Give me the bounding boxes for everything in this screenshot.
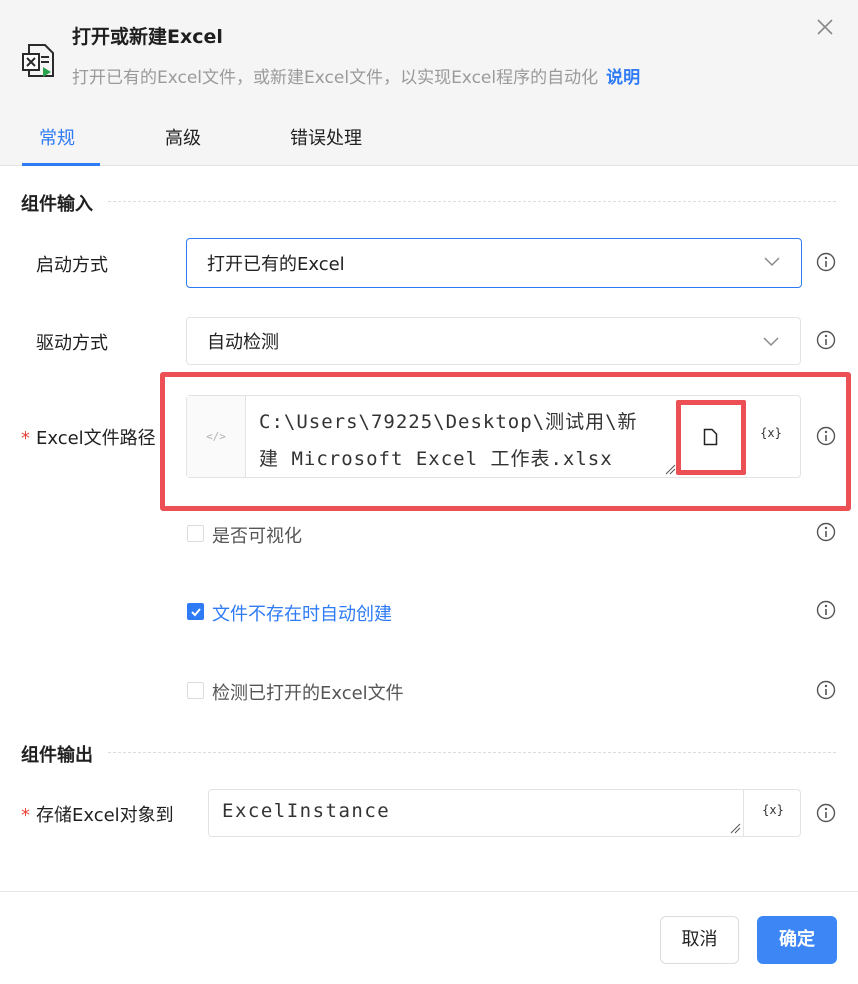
chevron-down-icon: [763, 337, 779, 347]
required-mark: *: [21, 428, 30, 449]
launch-mode-select[interactable]: 打开已有的Excel: [186, 238, 802, 288]
resize-grip-icon[interactable]: [729, 822, 741, 834]
info-icon[interactable]: [816, 680, 836, 700]
info-icon[interactable]: [816, 600, 836, 620]
checkbox-box[interactable]: [187, 525, 204, 542]
output-var-input[interactable]: ExcelInstance: [222, 800, 390, 822]
info-icon[interactable]: [816, 426, 836, 446]
section-divider: [108, 201, 836, 202]
help-link[interactable]: 说明: [606, 68, 640, 88]
file-path-line-1: C:\Users\79225\Desktop\测试用\新: [259, 411, 638, 433]
excel-file-icon: [22, 44, 54, 77]
file-path-label-text: Excel文件路径: [36, 428, 156, 449]
file-path-input[interactable]: C:\Users\79225\Desktop\测试用\新 建 Microsoft…: [259, 404, 669, 478]
driver-mode-value: 自动检测: [207, 332, 279, 353]
subtitle-text: 打开已有的Excel文件，或新建Excel文件，以实现Excel程序的自动化: [72, 68, 599, 88]
section-title-input: 组件输入: [21, 194, 93, 215]
tab-general[interactable]: 常规: [39, 124, 75, 150]
cancel-button[interactable]: 取消: [660, 916, 739, 964]
info-icon[interactable]: [816, 330, 836, 350]
insert-variable-button[interactable]: {x}: [742, 426, 800, 446]
file-icon: [703, 428, 718, 446]
dialog-header: 打开或新建Excel 打开已有的Excel文件，或新建Excel文件，以实现Ex…: [0, 0, 858, 166]
checkbox-label: 检测已打开的Excel文件: [212, 683, 404, 704]
checkbox-box[interactable]: [187, 682, 204, 699]
check-icon: [191, 608, 201, 617]
chevron-down-icon: [764, 257, 780, 267]
output-var-field: ExcelInstance {x}: [208, 789, 801, 837]
tab-error-handling[interactable]: 错误处理: [290, 124, 362, 150]
checkbox-label: 是否可视化: [212, 526, 302, 547]
required-mark: *: [21, 805, 30, 826]
info-icon[interactable]: [816, 252, 836, 272]
active-tab-indicator: [22, 163, 100, 166]
dialog-subtitle: 打开已有的Excel文件，或新建Excel文件，以实现Excel程序的自动化 说明: [72, 63, 640, 88]
code-toggle-icon[interactable]: </>: [187, 396, 246, 477]
section-divider: [108, 752, 836, 753]
confirm-button[interactable]: 确定: [757, 916, 837, 964]
file-path-label: * Excel文件路径: [21, 424, 156, 450]
section-title-output: 组件输出: [21, 745, 93, 766]
output-var-label-text: 存储Excel对象到: [36, 805, 174, 826]
file-path-line-2: 建 Microsoft Excel 工作表.xlsx: [259, 448, 613, 470]
checkbox-label: 文件不存在时自动创建: [212, 604, 392, 625]
driver-mode-select[interactable]: 自动检测: [186, 317, 801, 365]
launch-mode-label: 启动方式: [36, 255, 108, 276]
info-icon[interactable]: [816, 522, 836, 542]
info-icon[interactable]: [816, 803, 836, 823]
close-icon[interactable]: [814, 16, 836, 38]
footer-divider: [0, 891, 858, 892]
output-var-label: * 存储Excel对象到: [21, 801, 174, 827]
dialog-title: 打开或新建Excel: [72, 26, 223, 48]
insert-variable-button[interactable]: {x}: [744, 803, 802, 823]
checkbox-box-checked[interactable]: [187, 603, 204, 620]
launch-mode-value: 打开已有的Excel: [207, 254, 345, 275]
tab-bar: 常规 高级 错误处理: [0, 118, 858, 166]
driver-mode-label: 驱动方式: [36, 333, 108, 354]
browse-file-button[interactable]: [675, 396, 747, 477]
file-path-field: </> C:\Users\79225\Desktop\测试用\新 建 Micro…: [186, 395, 801, 478]
tab-advanced[interactable]: 高级: [165, 124, 201, 150]
